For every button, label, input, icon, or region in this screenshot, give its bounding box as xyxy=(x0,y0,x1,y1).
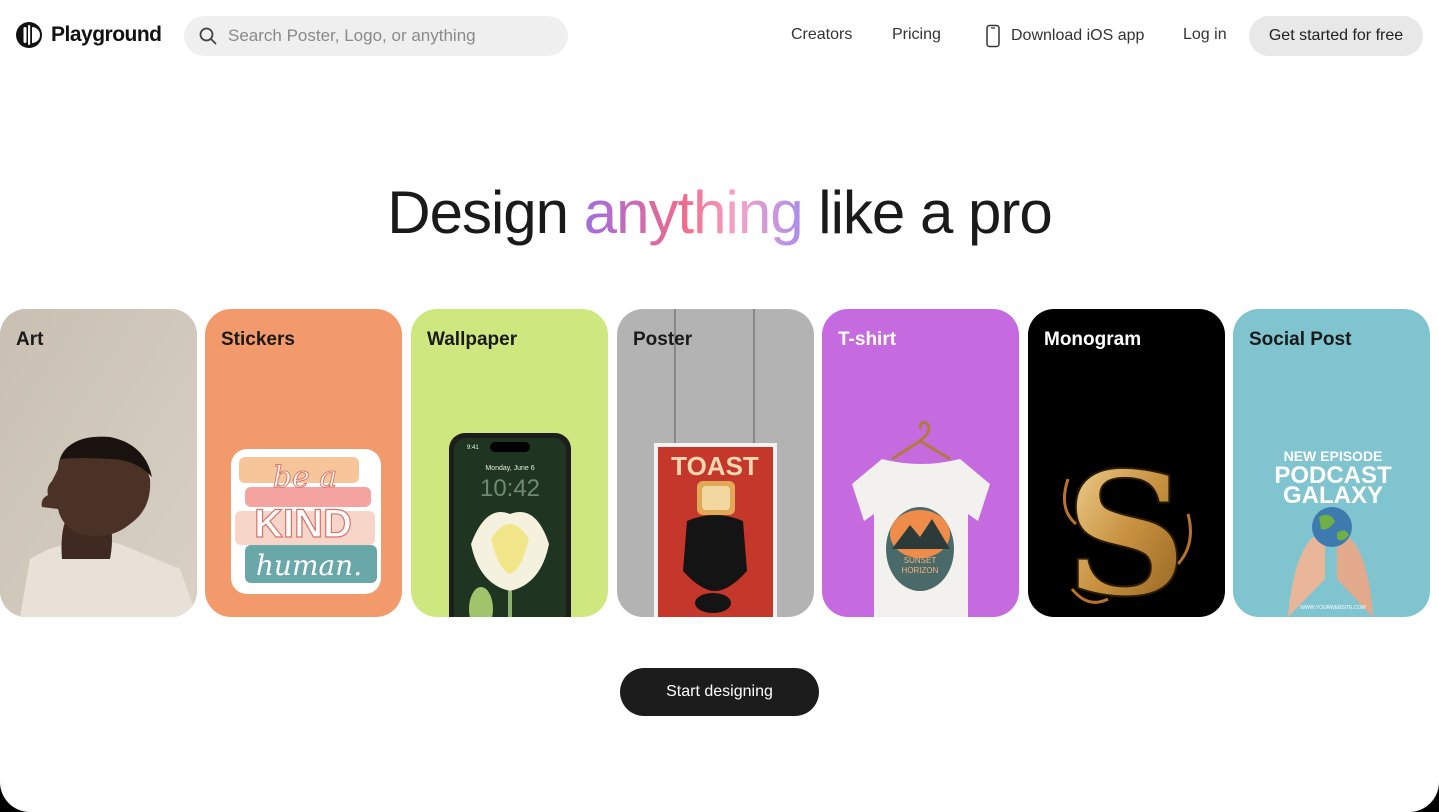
hero-text-before: Design xyxy=(387,179,569,246)
portrait-image xyxy=(0,309,197,617)
sticker-image: be a KIND human. xyxy=(231,449,381,594)
card-label: Social Post xyxy=(1249,329,1352,350)
wallpaper-date: Monday, June 6 xyxy=(485,465,534,472)
top-nav: Playground Creators Pricing Download iOS… xyxy=(0,0,1439,72)
hero-text-highlight: anything xyxy=(583,179,804,246)
tshirt-image: SUNSET HORIZON xyxy=(852,421,990,617)
wallpaper-status-time: 9:41 xyxy=(467,445,479,451)
get-started-button[interactable]: Get started for free xyxy=(1249,16,1423,56)
card-monogram[interactable]: Monogram S xyxy=(1028,309,1225,617)
phone-icon xyxy=(986,24,1000,48)
nav-creators-link[interactable]: Creators xyxy=(791,26,852,44)
card-poster[interactable]: Poster TOAST xyxy=(617,309,814,617)
start-designing-button[interactable]: Start designing xyxy=(620,668,819,716)
brand-logo[interactable]: Playground xyxy=(15,21,162,49)
card-label: Stickers xyxy=(221,329,295,350)
hero-text-after: like a pro xyxy=(818,179,1052,246)
search-bar[interactable] xyxy=(184,16,568,56)
monogram-letter: S xyxy=(1065,435,1188,617)
tshirt-line-1: SUNSET xyxy=(904,556,937,565)
search-icon xyxy=(199,27,217,45)
category-cards: Art Stickers be a KIND human. Wallpaper … xyxy=(0,309,1439,617)
poster-image: TOAST xyxy=(654,309,777,617)
social-url: WWW.YOURWEBSITE.COM xyxy=(1300,605,1365,611)
playground-logo-icon xyxy=(16,22,42,48)
nav-ios-download-link[interactable]: Download iOS app xyxy=(985,24,1144,48)
poster-title: TOAST xyxy=(671,451,759,481)
sticker-line-3: human. xyxy=(256,549,362,582)
search-input[interactable] xyxy=(228,26,548,46)
nav-ios-label: Download iOS app xyxy=(1011,27,1145,44)
card-label: Monogram xyxy=(1044,329,1142,350)
monogram-image: S xyxy=(1062,434,1192,617)
tshirt-line-2: HORIZON xyxy=(902,566,939,575)
sticker-line-2: KIND xyxy=(254,502,352,546)
card-tshirt[interactable]: T-shirt SUNSET HORIZON xyxy=(822,309,1019,617)
card-label: T-shirt xyxy=(838,329,897,350)
card-label: Poster xyxy=(633,329,693,350)
card-art[interactable]: Art xyxy=(0,309,197,617)
card-label: Art xyxy=(16,329,44,350)
nav-login-link[interactable]: Log in xyxy=(1183,26,1227,44)
wallpaper-clock: 10:42 xyxy=(480,475,540,502)
nav-pricing-link[interactable]: Pricing xyxy=(892,26,941,44)
sticker-line-1: be a xyxy=(273,460,337,495)
phone-wallpaper-image: 9:41 Monday, June 6 10:42 xyxy=(449,433,571,617)
social-line-3: GALAXY xyxy=(1283,482,1383,509)
page: Playground Creators Pricing Download iOS… xyxy=(0,0,1439,812)
social-post-image: NEW EPISODE PODCAST GALAXY WWW.YOURWEBSI… xyxy=(1274,448,1392,617)
card-social-post[interactable]: Social Post NEW EPISODE PODCAST GALAXY W… xyxy=(1233,309,1430,617)
brand-name: Playground xyxy=(51,23,162,46)
card-label: Wallpaper xyxy=(427,329,518,350)
card-wallpaper[interactable]: Wallpaper 9:41 Monday, June 6 10:42 xyxy=(411,309,608,617)
hero-headline: Design anything like a pro xyxy=(0,178,1439,247)
card-stickers[interactable]: Stickers be a KIND human. xyxy=(205,309,402,617)
